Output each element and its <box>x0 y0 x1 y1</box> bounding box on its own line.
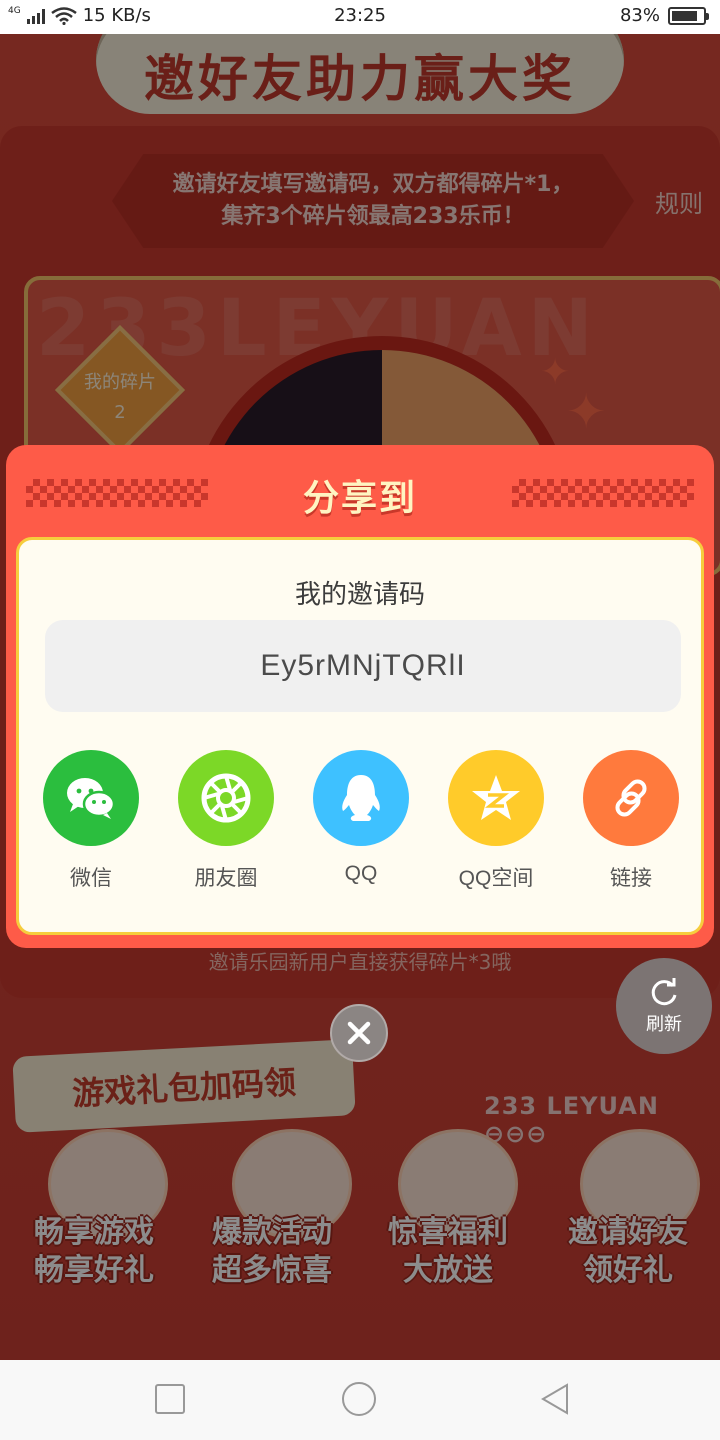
refresh-label: 刷新 <box>646 1014 682 1035</box>
share-qq-button[interactable]: QQ <box>313 750 409 886</box>
moments-icon <box>178 750 274 846</box>
share-label: 朋友圈 <box>194 867 258 890</box>
home-icon[interactable] <box>342 1382 376 1416</box>
share-options: 微信 朋友圈 QQ QQ空间 链接 <box>43 750 683 900</box>
share-label: QQ <box>344 862 378 885</box>
share-moments-button[interactable]: 朋友圈 <box>178 750 274 892</box>
share-label: 微信 <box>70 867 112 890</box>
qq-icon <box>313 750 409 846</box>
refresh-icon <box>651 978 677 1006</box>
refresh-button[interactable]: 刷新 <box>616 958 712 1054</box>
battery-percent: 83% <box>619 5 660 26</box>
share-label: QQ空间 <box>458 867 534 890</box>
dialog-body: 我的邀请码 Ey5rMNjTQRlI 微信 朋友圈 QQ QQ空间 链接 <box>16 537 704 935</box>
share-label: 链接 <box>610 867 652 890</box>
battery-icon <box>668 6 709 25</box>
share-link-button[interactable]: 链接 <box>583 750 679 892</box>
share-wechat-button[interactable]: 微信 <box>43 750 139 892</box>
invite-code-label: 我的邀请码 <box>294 580 425 610</box>
share-dialog: 分享到 我的邀请码 Ey5rMNjTQRlI 微信 朋友圈 QQ QQ空间 链接 <box>6 445 714 948</box>
dialog-title: 分享到 <box>302 478 417 519</box>
wechat-icon <box>43 750 139 846</box>
close-icon <box>347 1021 371 1045</box>
link-icon <box>583 750 679 846</box>
status-bar: 4G 15 KB/s 23:25 83% <box>0 0 720 34</box>
invite-code: Ey5rMNjTQRlI <box>260 649 466 682</box>
invite-code-box[interactable]: Ey5rMNjTQRlI <box>45 620 681 712</box>
clock: 23:25 <box>334 5 386 26</box>
system-nav-bar <box>0 1360 720 1440</box>
recent-apps-icon[interactable] <box>155 1384 185 1414</box>
share-qzone-button[interactable]: QQ空间 <box>448 750 544 892</box>
close-dialog-button[interactable] <box>330 1004 388 1062</box>
back-icon[interactable] <box>540 1382 570 1416</box>
qzone-icon <box>448 750 544 846</box>
